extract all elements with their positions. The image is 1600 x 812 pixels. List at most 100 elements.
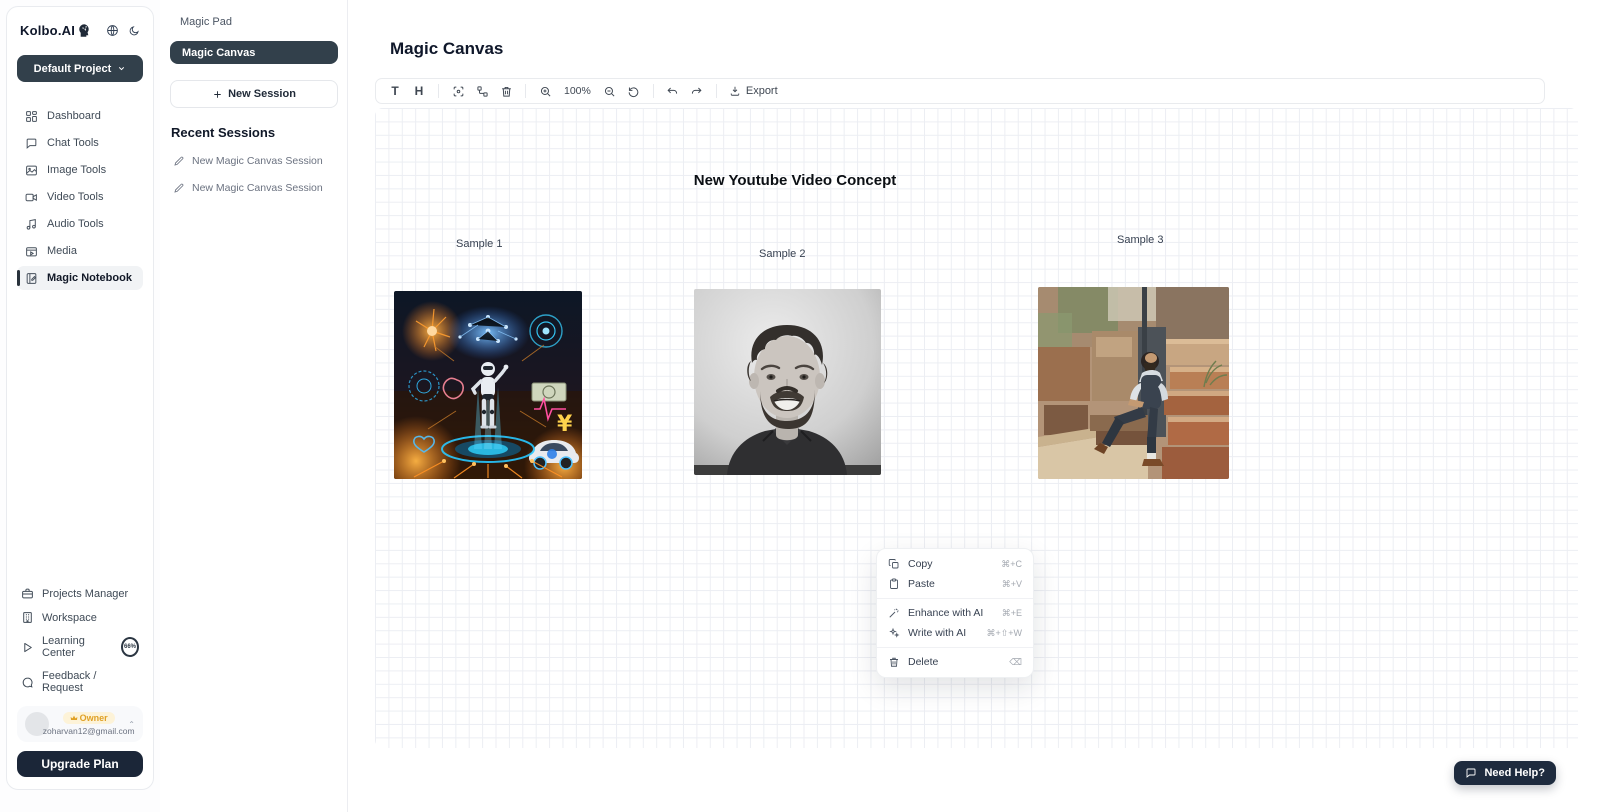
shortcut-hint: ⌘+⇧+W xyxy=(986,628,1022,639)
context-menu-divider xyxy=(877,598,1033,599)
help-chat-icon xyxy=(1465,767,1477,779)
sidebar-item-label: Image Tools xyxy=(47,164,106,176)
owner-badge: Owner xyxy=(63,712,115,724)
zoom-in-button[interactable] xyxy=(534,81,556,101)
sidebar-item-label: Video Tools xyxy=(47,191,103,203)
user-email: zoharvan12@gmail.com xyxy=(43,726,135,736)
sidebar-item-label: Dashboard xyxy=(47,110,101,122)
recent-session-item[interactable]: New Magic Canvas Session xyxy=(170,155,338,167)
text-tool-button[interactable]: T xyxy=(384,81,406,101)
sidebar-item-magic-notebook[interactable]: Magic Notebook xyxy=(17,266,143,290)
context-menu-copy[interactable]: Copy ⌘+C xyxy=(877,554,1033,574)
sample-3-image[interactable] xyxy=(1038,287,1229,479)
heading-tool-button[interactable]: H xyxy=(408,81,430,101)
globe-icon[interactable] xyxy=(106,24,119,37)
shortcut-hint: ⌘+V xyxy=(1002,579,1022,590)
sample-2-image[interactable] xyxy=(694,289,881,475)
reset-view-button[interactable] xyxy=(623,81,645,101)
sidebar-item-dashboard[interactable]: Dashboard xyxy=(17,104,143,128)
trash-icon xyxy=(888,656,900,668)
context-menu-write-with-ai[interactable]: Write with AI ⌘+⇧+W xyxy=(877,623,1033,643)
footer-item-label: Workspace xyxy=(42,612,97,624)
sidebar-item-media[interactable]: Media xyxy=(17,239,143,263)
magic-canvas-grid[interactable]: New Youtube Video Concept Sample 1 Sampl… xyxy=(375,108,1578,748)
image-icon xyxy=(25,164,38,177)
brand-row: Kolbo.AI xyxy=(17,23,143,38)
sidebar-item-label: Audio Tools xyxy=(47,218,104,230)
canvas-toolbar: T H 100% Export xyxy=(375,78,1545,104)
select-tool-button[interactable] xyxy=(447,81,469,101)
sidebar-item-workspace[interactable]: Workspace xyxy=(17,609,143,626)
undo-button[interactable] xyxy=(662,81,684,101)
main-content: Magic Canvas T H 100% Export New Youtube… xyxy=(348,0,1600,812)
canvas-heading-text[interactable]: New Youtube Video Concept xyxy=(690,172,900,189)
download-icon xyxy=(729,85,741,97)
plus-icon xyxy=(212,89,223,100)
sidebar-item-chat-tools[interactable]: Chat Tools xyxy=(17,131,143,155)
toolbar-divider xyxy=(525,84,526,98)
sidebar-item-video-tools[interactable]: Video Tools xyxy=(17,185,143,209)
context-menu-enhance-with-ai[interactable]: Enhance with AI ⌘+E xyxy=(877,603,1033,623)
zoom-out-button[interactable] xyxy=(599,81,621,101)
footer-item-label: Projects Manager xyxy=(42,588,128,600)
shortcut-hint: ⌘+E xyxy=(1002,608,1022,619)
recent-session-item[interactable]: New Magic Canvas Session xyxy=(170,182,338,194)
copy-icon xyxy=(888,558,900,570)
sidebar-item-label: Media xyxy=(47,245,77,257)
context-menu-paste[interactable]: Paste ⌘+V xyxy=(877,574,1033,594)
sample-1-image[interactable]: ¥ xyxy=(394,291,582,479)
sidebar-item-learning-center[interactable]: Learning Center 66% xyxy=(17,633,143,661)
new-session-label: New Session xyxy=(228,88,296,100)
sidebar-nav: Dashboard Chat Tools Image Tools Video T… xyxy=(17,104,143,290)
magic-canvas-item[interactable]: Magic Canvas xyxy=(170,41,338,64)
sample-3-label[interactable]: Sample 3 xyxy=(1117,234,1163,246)
sidebar-item-audio-tools[interactable]: Audio Tools xyxy=(17,212,143,236)
recent-session-label: New Magic Canvas Session xyxy=(192,155,323,167)
export-button[interactable]: Export xyxy=(725,85,782,97)
user-account-chip[interactable]: Owner zoharvan12@gmail.com ⌃ xyxy=(17,706,143,742)
magic-pad-item[interactable]: Magic Pad xyxy=(170,14,338,28)
sidebar-item-projects-manager[interactable]: Projects Manager xyxy=(17,585,143,602)
sample-2-label[interactable]: Sample 2 xyxy=(759,248,805,260)
project-selector[interactable]: Default Project xyxy=(17,55,143,82)
shortcut-hint: ⌫ xyxy=(1009,657,1022,668)
flow-tool-button[interactable] xyxy=(471,81,493,101)
building-icon xyxy=(21,611,34,624)
moon-icon[interactable] xyxy=(128,25,140,37)
context-menu-label: Enhance with AI xyxy=(908,607,983,619)
crown-icon xyxy=(70,714,78,722)
context-menu-label: Delete xyxy=(908,656,938,668)
delete-tool-button[interactable] xyxy=(495,81,517,101)
feedback-icon xyxy=(21,676,34,689)
learning-progress-badge: 66% xyxy=(121,637,139,657)
toolbar-divider xyxy=(653,84,654,98)
sidebar-spacer xyxy=(17,290,143,585)
toolbar-divider xyxy=(438,84,439,98)
redo-button[interactable] xyxy=(686,81,708,101)
audio-icon xyxy=(25,218,38,231)
primary-sidebar: Kolbo.AI Default Project Dashboard Chat xyxy=(6,6,154,790)
page-title: Magic Canvas xyxy=(390,39,503,59)
shortcut-hint: ⌘+C xyxy=(1001,559,1022,570)
chevron-down-icon xyxy=(117,64,126,73)
paste-icon xyxy=(888,578,900,590)
chat-icon xyxy=(25,137,38,150)
sidebar-item-image-tools[interactable]: Image Tools xyxy=(17,158,143,182)
new-session-button[interactable]: New Session xyxy=(170,80,338,108)
toolbar-divider xyxy=(716,84,717,98)
context-menu-label: Write with AI xyxy=(908,627,966,639)
notebook-icon xyxy=(25,272,38,285)
need-help-button[interactable]: Need Help? xyxy=(1454,761,1556,785)
zoom-level: 100% xyxy=(558,85,597,97)
context-menu-label: Paste xyxy=(908,578,935,590)
brand-name: Kolbo.AI xyxy=(20,23,75,38)
brand-logo[interactable]: Kolbo.AI xyxy=(20,23,93,38)
sidebar-footer-nav: Projects Manager Workspace Learning Cent… xyxy=(17,585,143,696)
sidebar-item-feedback[interactable]: Feedback / Request xyxy=(17,668,143,696)
context-menu: Copy ⌘+C Paste ⌘+V Enhance with AI ⌘+E W… xyxy=(876,548,1034,678)
recent-sessions-title: Recent Sessions xyxy=(170,125,338,140)
sample-1-label[interactable]: Sample 1 xyxy=(456,238,502,250)
footer-item-label: Learning Center xyxy=(42,635,111,659)
context-menu-delete[interactable]: Delete ⌫ xyxy=(877,652,1033,672)
upgrade-plan-button[interactable]: Upgrade Plan xyxy=(17,751,143,777)
